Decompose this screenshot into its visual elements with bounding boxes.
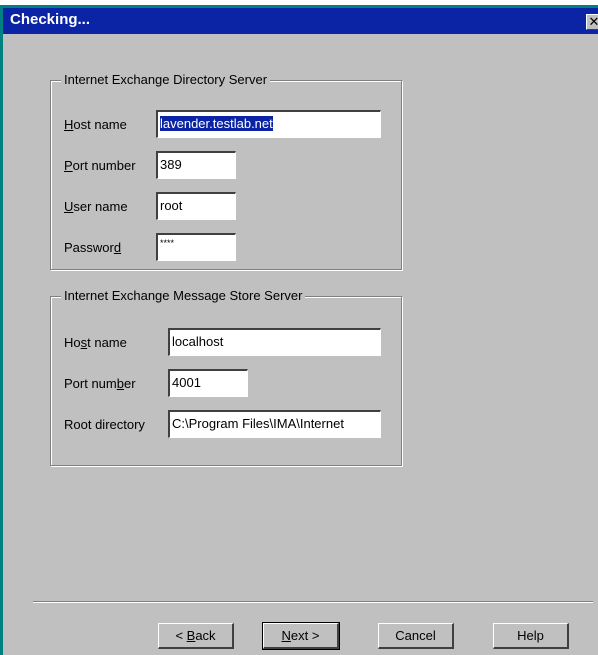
dialog-window: Checking... ✕ Internet Exchange Director…: [0, 5, 598, 655]
directory-password-field[interactable]: ****: [156, 233, 236, 261]
help-button[interactable]: Help: [493, 623, 569, 649]
cancel-button[interactable]: Cancel: [378, 623, 454, 649]
directory-password-label: Password: [64, 240, 122, 255]
directory-port-label: Port number: [64, 158, 136, 173]
window-title: Checking...: [10, 11, 91, 28]
back-button[interactable]: < Back: [158, 623, 234, 649]
close-button[interactable]: ✕: [586, 14, 598, 30]
close-icon: ✕: [588, 14, 598, 29]
store-host-label: Host name: [64, 335, 127, 350]
message-store-legend: Internet Exchange Message Store Server: [61, 288, 306, 303]
next-button[interactable]: Next >: [262, 622, 340, 650]
store-port-field[interactable]: 4001: [168, 369, 248, 397]
directory-host-field[interactable]: lavender.testlab.net: [156, 110, 381, 138]
store-root-label: Root directory: [64, 417, 145, 432]
store-root-field[interactable]: C:\Program Files\IMA\Internet: [168, 410, 381, 438]
title-bar[interactable]: Checking... ✕: [3, 8, 598, 34]
button-separator: [33, 601, 593, 603]
directory-user-field[interactable]: root: [156, 192, 236, 220]
store-host-field[interactable]: localhost: [168, 328, 381, 356]
directory-user-label: User name: [64, 199, 128, 214]
directory-port-field[interactable]: 389: [156, 151, 236, 179]
directory-server-legend: Internet Exchange Directory Server: [61, 72, 271, 87]
store-port-label: Port number: [64, 376, 136, 391]
directory-host-label: Host name: [64, 117, 127, 132]
